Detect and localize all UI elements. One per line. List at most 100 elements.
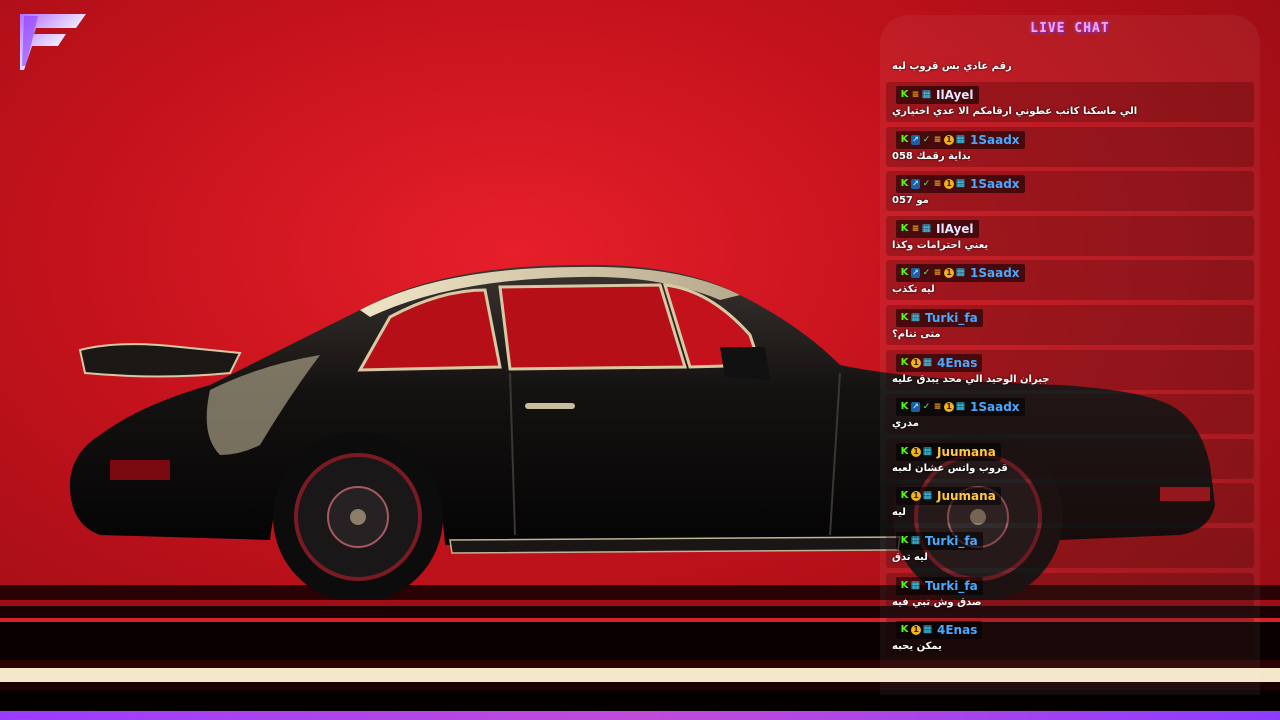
live-chat-panel: LIVE CHAT رقم عادي بس قروب ليه K ≡ ▦ IlAyel… [880,15,1260,695]
verified-badge-icon: ✓ [922,268,931,279]
chat-message: K ≡ ▦ IlAyel يعني احترامات وكذا [886,215,1254,261]
chat-message: K ↗ ✓ ≡ 1 ▦ 1Saadx بداية رقمك 058 [886,126,1254,172]
chat-username[interactable]: 1Saadx [970,133,1020,147]
chat-user-line: K 1 ▦ 4Enas [896,621,983,640]
kick-badge-icon: K [900,222,909,234]
chat-message: K 1 ▦ 4Enas جبران الوحيد الي محد يبدق عليه [886,349,1254,395]
founder-badge-icon: 1 [944,179,954,190]
chat-username[interactable]: Turki_fa [925,311,978,325]
chat-message-text: ليه تدق [892,551,928,563]
og-badge-icon: ▦ [921,89,932,100]
og-badge-icon: ▦ [910,311,921,323]
brand-logo-icon [20,14,86,70]
chat-user-line: K ▦ Turki_fa [896,531,983,550]
chat-message-text: ليه تكذب [892,284,935,296]
og-badge-icon: ▦ [922,490,933,502]
chat-title: LIVE CHAT [1030,21,1110,36]
verified-badge-icon: ✓ [922,402,931,413]
chat-user-line: K ↗ ✓ ≡ 1 ▦ 1Saadx [896,175,1025,194]
kick-badge-icon: K [900,445,909,457]
chat-message-text: الي ماسكنا كاتب عطوني ارقامكم الا عدي اخ… [892,106,1138,117]
chat-user-line: K ↗ ✓ ≡ 1 ▦ 1Saadx [896,398,1025,417]
chat-username[interactable]: Juumana [937,445,996,459]
og-badge-icon: ▦ [910,534,921,546]
chat-message: K ▦ Turki_fa ليه تدق [886,527,1254,573]
founder-badge-icon: 1 [911,357,921,368]
chat-message: K ↗ ✓ ≡ 1 ▦ 1Saadx ليه تكذب [886,260,1254,305]
chat-username[interactable]: Juumana [937,489,996,503]
og-badge-icon: ▦ [955,178,966,190]
chat-user-line: K ≡ ▦ IlAyel [896,86,979,104]
chat-username[interactable]: 4Enas [937,623,977,637]
chat-message-text: قروب واتس عشان لعبه [892,462,1008,474]
chat-message-text: يمكن يحبه [892,641,942,653]
chat-message: K ▦ Turki_fa متى تنام؟ [886,304,1254,350]
chat-user-line: K ↗ ✓ ≡ 1 ▦ 1Saadx [896,130,1025,149]
chat-user-line: K 1 ▦ Juumana [896,487,1001,506]
chat-message-text: رقم عادي بس قروب ليه [892,61,1012,72]
chat-user-line: K ▦ Turki_fa [896,308,983,327]
chat-message: K ▦ Turki_fa صدق وش تبي فيه [886,572,1254,618]
chat-message-text: جبران الوحيد الي محد يبدق عليه [892,373,1050,385]
kick-badge-icon: K [900,178,909,190]
kick-badge-icon: K [900,534,909,546]
founder-badge-icon: 1 [944,134,954,145]
chat-user-line: K ▦ Turki_fa [896,576,983,595]
verified-badge-icon: ✓ [922,134,931,145]
chat-message-text: بداية رقمك 058 [892,150,971,162]
chat-message: K ≡ ▦ IlAyel الي ماسكنا كاتب عطوني ارقامكم ا… [886,82,1254,127]
chat-username[interactable]: Turki_fa [925,534,978,548]
og-badge-icon: ▦ [922,356,933,368]
chat-user-line: K ≡ ▦ IlAyel [896,219,979,238]
gifter-badge-icon: ≡ [933,402,942,413]
og-badge-icon: ▦ [955,401,966,413]
chat-message-text: مدري [892,418,919,430]
chat-message: K 1 ▦ Juumana ليه [886,483,1254,528]
chat-message-text: ليه [892,507,906,519]
chat-message-text: مو 057 [892,195,929,207]
chat-message: K 1 ▦ 4Enas يمكن يحبه [886,617,1254,662]
subscriber-badge-icon: ↗ [911,402,920,413]
kick-badge-icon: K [900,311,909,323]
og-badge-icon: ▦ [955,267,966,279]
kick-badge-icon: K [900,490,909,502]
kick-badge-icon: K [900,133,909,145]
chat-message: K 1 ▦ Juumana قروب واتس عشان لعبه [886,438,1254,484]
gifter-badge-icon: ≡ [933,134,942,145]
chat-user-line: K ↗ ✓ ≡ 1 ▦ 1Saadx [896,264,1025,283]
kick-badge-icon: K [900,89,909,100]
chat-username[interactable]: 1Saadx [970,266,1020,280]
og-badge-icon: ▦ [910,579,921,591]
subscriber-badge-icon: ↗ [911,134,920,145]
chat-message-text: متى تنام؟ [892,328,941,340]
chat-user-line: K 1 ▦ 4Enas [896,353,983,372]
kick-badge-icon: K [900,356,909,368]
founder-badge-icon: 1 [944,268,954,279]
accent-bar [0,711,1280,720]
chat-message-text: صدق وش تبي فيه [892,596,982,608]
gifter-badge-icon: ≡ [911,223,920,234]
founder-badge-icon: 1 [911,446,921,457]
gifter-badge-icon: ≡ [933,179,942,190]
og-badge-icon: ▦ [922,624,933,636]
verified-badge-icon: ✓ [922,179,931,190]
kick-badge-icon: K [900,579,909,591]
founder-badge-icon: 1 [911,625,921,636]
chat-message-list[interactable]: رقم عادي بس قروب ليه K ≡ ▦ IlAyel الي ماسكنا… [886,61,1254,695]
chat-message-text: يعني احترامات وكذا [892,239,989,251]
founder-badge-icon: 1 [944,402,954,413]
chat-username[interactable]: 4Enas [937,356,977,370]
chat-username[interactable]: IlAyel [936,222,974,236]
founder-badge-icon: 1 [911,491,921,502]
og-badge-icon: ▦ [921,222,932,234]
subscriber-badge-icon: ↗ [911,268,920,279]
gifter-badge-icon: ≡ [911,90,920,100]
kick-badge-icon: K [900,267,909,279]
chat-username[interactable]: 1Saadx [970,400,1020,414]
chat-message: K ↗ ✓ ≡ 1 ▦ 1Saadx مدري [886,394,1254,439]
chat-username[interactable]: Turki_fa [925,579,978,593]
chat-username[interactable]: 1Saadx [970,177,1020,191]
subscriber-badge-icon: ↗ [911,179,920,190]
chat-username[interactable]: IlAyel [936,88,974,102]
chat-message: K ↗ ✓ ≡ 1 ▦ 1Saadx مو 057 [886,171,1254,216]
